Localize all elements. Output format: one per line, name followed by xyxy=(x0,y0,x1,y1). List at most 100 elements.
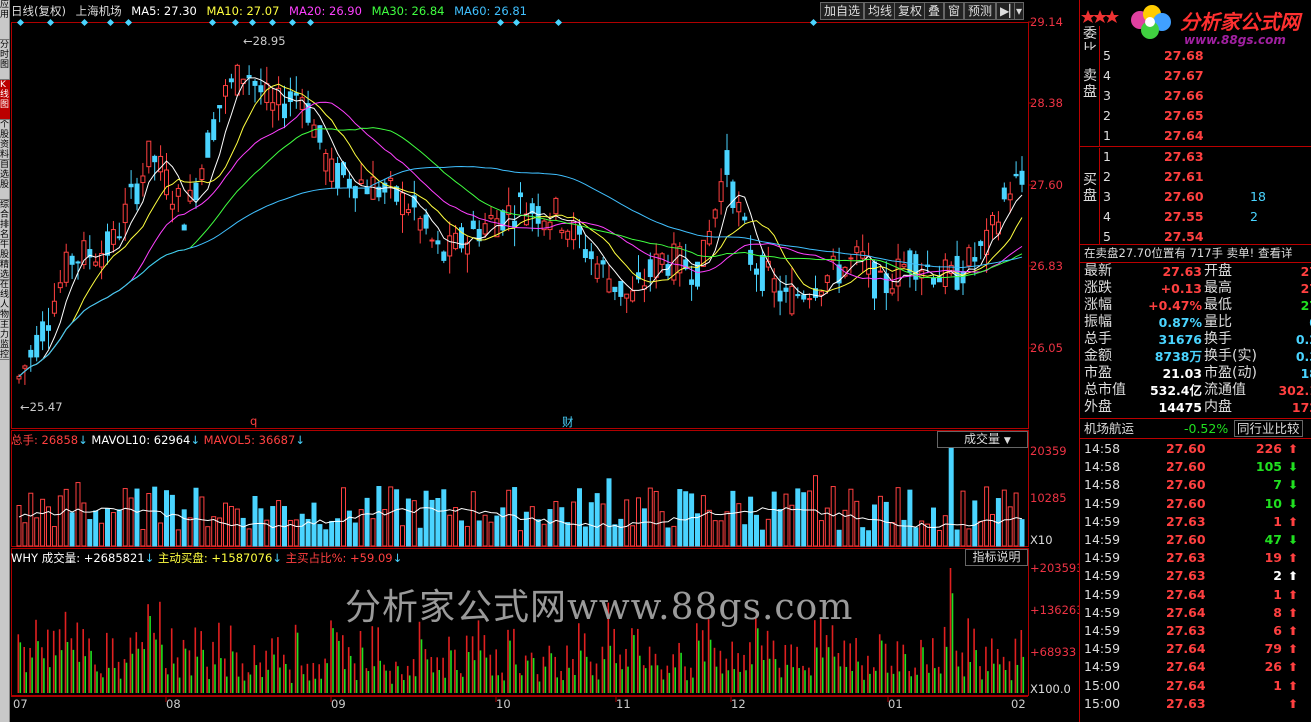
left-tab-6[interactable]: 牛股精选 xyxy=(0,240,10,280)
candle-body xyxy=(500,210,506,231)
indicator-select[interactable]: 成交量 ▼ xyxy=(937,431,1028,448)
left-tab-3[interactable]: 个股资料 xyxy=(0,120,10,160)
tick-row: 14:59 27.63 1 ⬆ xyxy=(1084,513,1311,531)
why-bar xyxy=(524,655,527,693)
why-bar xyxy=(739,671,741,693)
quote-label: 最低 xyxy=(1204,297,1232,313)
sell-level-row[interactable]: 4 27.67 xyxy=(1100,66,1311,86)
why-bar xyxy=(869,673,871,693)
volume-bar xyxy=(441,489,447,547)
quote-label: 流通值 xyxy=(1204,382,1246,398)
left-tab-7[interactable]: 在线人物 xyxy=(0,280,10,320)
level-price: 27.65 xyxy=(1164,108,1204,123)
quote-value: 8738万 xyxy=(1154,349,1202,364)
quote-row: 总市值 532.4亿 流通值 302.1 xyxy=(1084,382,1311,399)
tick-row: 14:59 27.63 2 ⬆ xyxy=(1084,567,1311,585)
why-bar xyxy=(359,630,362,693)
why-bar xyxy=(544,666,547,693)
candle-body xyxy=(405,209,411,213)
volume-bar xyxy=(547,509,553,547)
volume-bar xyxy=(936,529,942,547)
why-bar xyxy=(208,679,210,693)
why-bar xyxy=(497,675,499,693)
why-bar xyxy=(224,658,226,693)
why-bar xyxy=(898,671,901,693)
volume-bar xyxy=(606,478,612,547)
left-tab-8[interactable]: 主力监控 xyxy=(0,320,10,360)
why-bar xyxy=(816,647,818,693)
tick-row: 14:59 27.63 6 ⬆ xyxy=(1084,622,1311,640)
why-bar xyxy=(648,646,651,693)
why-bar xyxy=(902,644,905,693)
buy-level-row[interactable]: 2 27.61 xyxy=(1100,167,1311,187)
sell-level-row[interactable]: 2 27.65 xyxy=(1100,106,1311,126)
level-number: 1 xyxy=(1103,128,1111,143)
candle-body xyxy=(217,105,223,109)
why-bar xyxy=(273,654,275,693)
event-marker[interactable]: q xyxy=(250,414,257,428)
why-bar xyxy=(70,638,73,693)
date-tick: 02 xyxy=(1011,697,1026,711)
candle-body xyxy=(57,282,63,289)
quote-label: 最新 xyxy=(1084,263,1112,279)
quote-label: 市盈(动) xyxy=(1204,365,1257,381)
candle-body xyxy=(134,183,140,205)
volume-bar xyxy=(116,509,122,547)
why-bar xyxy=(519,673,521,693)
tick-price: 27.63 xyxy=(1166,568,1206,584)
candle-body xyxy=(128,183,134,188)
date-tick: 08 xyxy=(166,697,181,711)
tick-time: 14:59 xyxy=(1084,495,1121,511)
why-bar xyxy=(52,630,55,693)
tick-row: 14:59 27.64 26 ⬆ xyxy=(1084,658,1311,676)
price-tick: 28.38 xyxy=(1030,96,1063,110)
tick-price: 27.60 xyxy=(1166,459,1206,475)
why-bar xyxy=(715,666,718,693)
sell-level-row[interactable]: 3 27.66 xyxy=(1100,86,1311,106)
why-bar xyxy=(212,641,214,693)
why-bar xyxy=(200,631,202,693)
why-bar xyxy=(196,656,199,693)
why-bar xyxy=(880,640,883,693)
why-bar xyxy=(406,665,409,693)
why-bar xyxy=(749,642,751,693)
volume-bar xyxy=(40,498,46,547)
why-bar xyxy=(743,654,745,693)
buy-level-row[interactable]: 3 27.60 18 xyxy=(1100,187,1311,207)
sector-row[interactable]: 机场航运 -0.52% 同行业比较 xyxy=(1084,420,1311,438)
why-bar xyxy=(253,645,256,693)
left-tab-5[interactable]: 综合排名 xyxy=(0,200,10,240)
volume-bar xyxy=(700,495,706,547)
indicator-help-button[interactable]: 指标说明 xyxy=(965,549,1028,566)
buy-level-row[interactable]: 1 27.63 xyxy=(1100,147,1311,167)
star-icon xyxy=(1081,10,1119,23)
why-bar xyxy=(967,618,969,693)
candle-body xyxy=(110,229,116,245)
why-bar xyxy=(338,640,340,693)
tick-time: 14:59 xyxy=(1084,641,1121,657)
why-bar xyxy=(424,649,427,693)
sell-level-row[interactable]: 1 27.64 xyxy=(1100,126,1311,146)
why-bar xyxy=(737,653,739,693)
volume-bar xyxy=(624,499,630,547)
volume-bar xyxy=(181,509,187,547)
left-tab-0[interactable]: 应用 xyxy=(0,0,10,40)
tick-row: 14:59 27.60 10 ⬇ xyxy=(1084,495,1311,513)
buy-level-row[interactable]: 4 27.55 2 xyxy=(1100,207,1311,227)
date-tick: 09 xyxy=(331,697,346,711)
level-number: 3 xyxy=(1103,189,1111,204)
why-bar xyxy=(491,675,494,693)
sector-compare-button[interactable]: 同行业比较 xyxy=(1234,420,1303,437)
candle-body xyxy=(647,259,653,278)
left-tab-1[interactable]: 分时图 xyxy=(0,40,10,80)
why-bar xyxy=(226,676,228,693)
why-bar xyxy=(837,653,840,693)
level-price: 27.67 xyxy=(1164,68,1204,83)
left-tab-2[interactable]: K线图 xyxy=(0,80,10,120)
left-tab-4[interactable]: 自选股 xyxy=(0,160,10,200)
why-bar xyxy=(495,649,497,693)
big-order-alert[interactable]: 在卖盘27.70位置有 717手 卖单! 查看详 xyxy=(1084,245,1311,262)
tick-price: 27.64 xyxy=(1166,659,1206,675)
finance-marker[interactable]: 财 xyxy=(562,414,574,430)
sell-level-row[interactable]: 5 27.68 xyxy=(1100,46,1311,66)
